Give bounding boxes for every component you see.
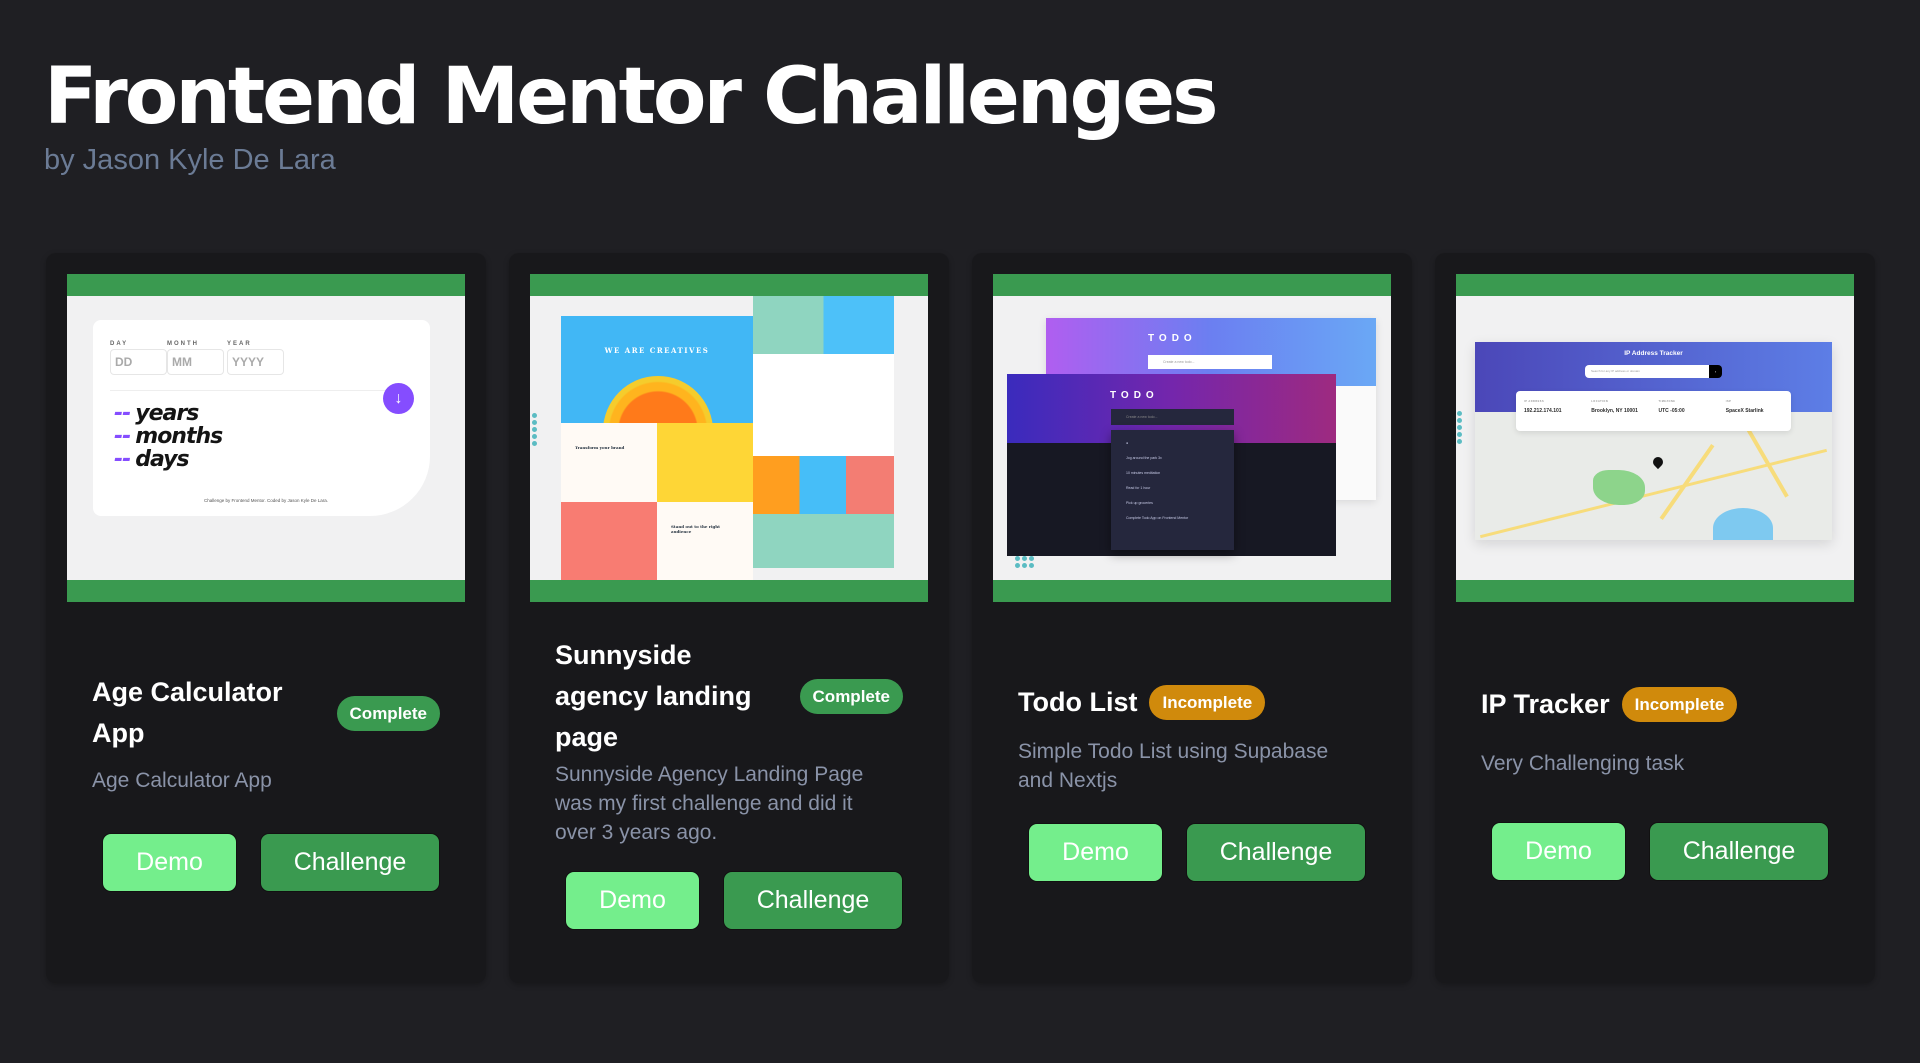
transform-section: Transform your brand (561, 423, 657, 502)
decor-dots (532, 413, 537, 446)
card-description: Sunnyside Agency Landing Page was my fir… (555, 762, 864, 844)
title-row: Sunnyside agency landing page Complete (555, 635, 903, 758)
card-preview-image: DAY MONTH YEAR DD MM YYYY ↓ -- years -- mo… (67, 274, 465, 602)
month-label: MONTH (167, 341, 199, 347)
challenge-button[interactable]: Challenge (1649, 821, 1829, 881)
status-badge: Complete (336, 695, 440, 731)
sunnyside-hero: WE ARE CREATIVES (561, 316, 753, 423)
status-badge: Complete (799, 678, 903, 714)
days-result: -- days (114, 447, 190, 472)
todo-heading-dark: TODO (1110, 390, 1159, 401)
challenge-grid: DAY MONTH YEAR DD MM YYYY ↓ -- years -- mo… (46, 253, 1875, 983)
challenge-card-age-calculator: DAY MONTH YEAR DD MM YYYY ↓ -- years -- mo… (46, 253, 486, 983)
decor-dots (1457, 411, 1462, 444)
standout-section: Stand out to the right audience (657, 502, 753, 580)
card-body: Sunnyside agency landing page Complete S… (530, 602, 928, 962)
ip-tracker-screenshot: IP Address Tracker Search for any IP add… (1456, 296, 1854, 580)
months-result: -- months (114, 424, 223, 449)
todo-item: Jog around the park 3x (1126, 456, 1162, 460)
card-preview-image: WE ARE CREATIVES Transform your brand St… (530, 274, 928, 602)
demo-button[interactable]: Demo (1028, 823, 1163, 882)
orange-image (603, 376, 713, 423)
challenge-button[interactable]: Challenge (723, 870, 903, 930)
map-lake (1713, 508, 1773, 540)
age-calculator-screenshot: DAY MONTH YEAR DD MM YYYY ↓ -- years -- mo… (67, 296, 465, 580)
challenge-card-sunnyside: WE ARE CREATIVES Transform your brand St… (509, 253, 949, 983)
card-title: Age Calculator App (92, 677, 283, 748)
sunnyside-left-page: WE ARE CREATIVES Transform your brand St… (561, 316, 753, 580)
card-preview-image: TODO Create a new todo... TODO Create a … (993, 274, 1391, 602)
challenge-button[interactable]: Challenge (260, 833, 440, 892)
hero-heading: WE ARE CREATIVES (604, 346, 710, 355)
challenge-button[interactable]: Challenge (1186, 823, 1366, 882)
card-body: Todo List Incomplete Simple Todo List us… (993, 602, 1391, 962)
age-calculator-form: DAY MONTH YEAR DD MM YYYY ↓ -- years -- mo… (93, 320, 430, 516)
todo-screenshot: TODO Create a new todo... TODO Create a … (993, 296, 1391, 580)
status-badge: Incomplete (1149, 685, 1266, 720)
title-row: Age Calculator App Complete (92, 672, 440, 754)
card-description: Very Challenging task (1481, 751, 1685, 775)
decor-dots (1015, 556, 1034, 568)
todo-input-dark: Create a new todo... (1111, 409, 1234, 425)
map-park (1593, 470, 1645, 505)
sunnyside-screenshot: WE ARE CREATIVES Transform your brand St… (530, 296, 928, 580)
demo-button[interactable]: Demo (102, 833, 237, 892)
card-title: Todo List (1018, 687, 1138, 717)
card-actions: Demo Challenge (555, 870, 903, 930)
todo-input-light: Create a new todo... (1148, 355, 1272, 369)
location-value: Brooklyn, NY 10001 (1591, 408, 1638, 414)
page-title: Frontend Mentor Challenges (44, 52, 1219, 142)
arrow-down-icon: ↓ (383, 383, 414, 414)
month-input: MM (167, 349, 224, 375)
card-preview-image: IP Address Tracker Search for any IP add… (1456, 274, 1854, 602)
ip-search-input: Search for any IP address or domain (1585, 365, 1709, 378)
todo-dark-mode: TODO Create a new todo... ● Jog around t… (1007, 374, 1336, 556)
challenge-card-todo: TODO Create a new todo... TODO Create a … (972, 253, 1412, 983)
year-input: YYYY (227, 349, 284, 375)
year-label: YEAR (227, 341, 252, 347)
card-actions: Demo Challenge (1481, 821, 1829, 881)
title-row: Todo List Incomplete (1018, 682, 1366, 723)
ip-address-value: 192.212.174.101 (1524, 408, 1562, 414)
challenge-card-ip-tracker: IP Address Tracker Search for any IP add… (1435, 253, 1875, 983)
todo-heading-light: TODO (1148, 333, 1197, 344)
page-subtitle: by Jason Kyle De Lara (44, 144, 336, 176)
card-body: Age Calculator App Complete Age Calculat… (67, 602, 465, 962)
title-row: IP Tracker Incomplete (1481, 684, 1829, 725)
todo-item: Pick up groceries (1126, 501, 1153, 505)
todo-item: 10 minutes meditation (1126, 471, 1161, 475)
isp-value: SpaceX Starlink (1725, 408, 1764, 414)
timezone-value: UTC -05:00 (1658, 408, 1685, 414)
demo-button[interactable]: Demo (565, 870, 700, 930)
status-badge: Incomplete (1621, 686, 1738, 722)
divider (110, 390, 385, 391)
attribution: Challenge by Frontend Mentor. Coded by J… (203, 498, 329, 503)
sunnyside-right-page (753, 296, 894, 568)
ip-tracker-page: IP Address Tracker Search for any IP add… (1475, 342, 1832, 540)
card-actions: Demo Challenge (1018, 823, 1366, 882)
todo-list: ● Jog around the park 3x 10 minutes medi… (1111, 430, 1234, 550)
demo-button[interactable]: Demo (1491, 821, 1626, 881)
day-input: DD (110, 349, 167, 375)
card-description: Age Calculator App (92, 769, 272, 792)
ip-info-panel: IP ADDRESS 192.212.174.101 LOCATION Brookl… (1516, 391, 1791, 431)
years-result: -- years (114, 401, 199, 426)
day-label: DAY (110, 341, 129, 347)
todo-item: Read for 1 hour (1126, 486, 1151, 490)
card-body: IP Tracker Incomplete Very Challenging t… (1456, 602, 1854, 962)
todo-item: Complete Todo App on Frontend Mentor (1126, 516, 1189, 520)
location-pin-icon (1650, 454, 1666, 470)
chevron-right-icon: › (1709, 365, 1722, 378)
card-title: Sunnyside agency landing page (555, 639, 752, 752)
card-actions: Demo Challenge (92, 833, 440, 892)
ip-heading: IP Address Tracker (1624, 350, 1683, 357)
card-title: IP Tracker (1481, 688, 1610, 719)
todo-panel: Create a new todo... ● Jog around the pa… (1111, 409, 1234, 559)
card-description: Simple Todo List using Supabase and Next… (1018, 740, 1329, 792)
page-header: Frontend Mentor Challenges by Jason Kyle… (44, 52, 1219, 178)
